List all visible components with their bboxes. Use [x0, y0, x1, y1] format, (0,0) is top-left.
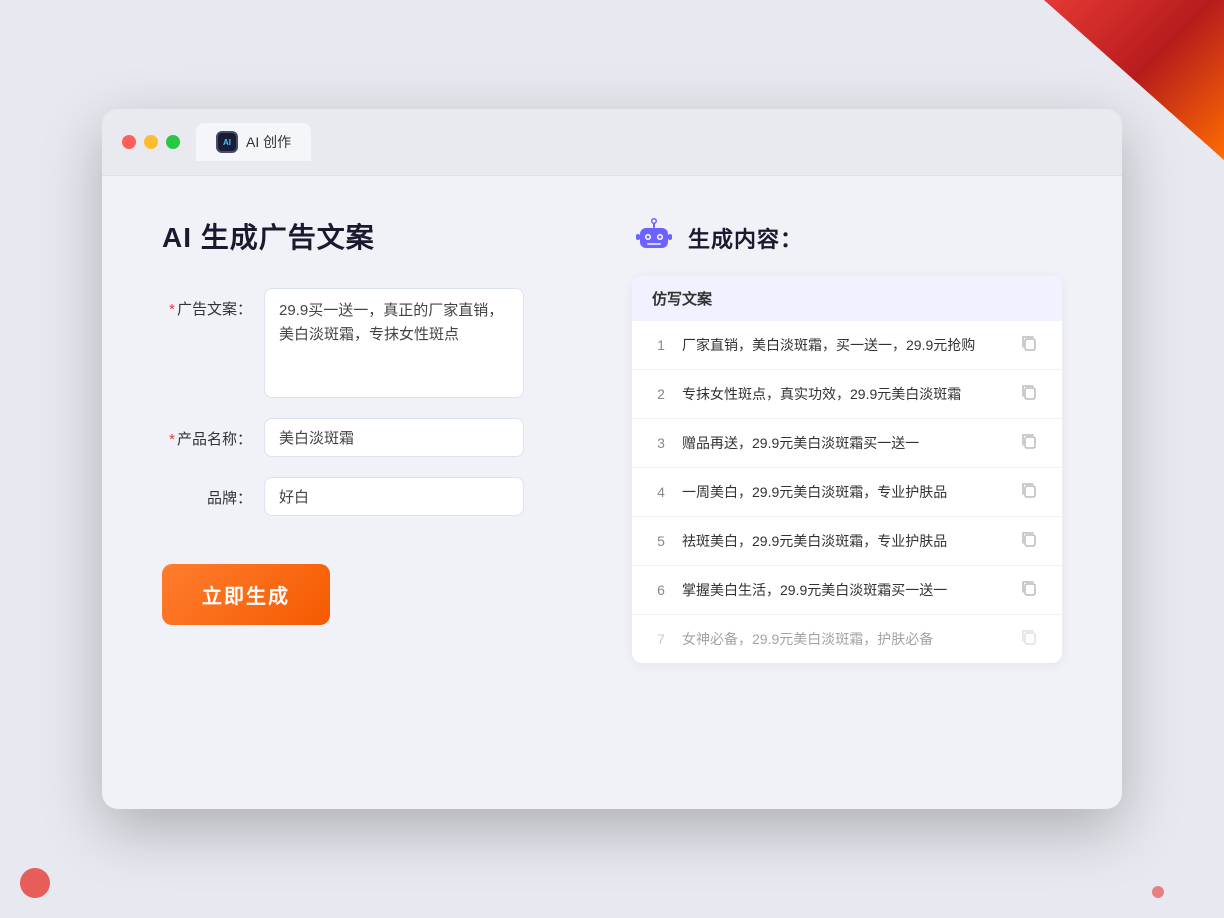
- copy-icon[interactable]: [1020, 530, 1042, 552]
- copy-icon[interactable]: [1020, 579, 1042, 601]
- minimize-button[interactable]: [144, 135, 158, 149]
- ai-tab-icon: [216, 131, 238, 153]
- table-row: 4 一周美白，29.9元美白淡斑霜，专业护肤品: [632, 468, 1062, 517]
- product-name-required-star: *: [169, 431, 175, 448]
- ad-copy-textarea[interactable]: 29.9买一送一，真正的厂家直销，美白淡斑霜，专抹女性斑点: [264, 288, 524, 398]
- row-number: 6: [652, 582, 670, 598]
- right-panel: 生成内容： 仿写文案 1 厂家直销，美白淡斑霜，买一送一，29.9元抢购 2 专…: [632, 216, 1062, 663]
- product-name-row: *产品名称：: [162, 418, 592, 457]
- copy-icon[interactable]: [1020, 334, 1042, 356]
- row-number: 2: [652, 386, 670, 402]
- main-content: AI 生成广告文案 *广告文案： 29.9买一送一，真正的厂家直销，美白淡斑霜，…: [102, 176, 1122, 703]
- row-number: 5: [652, 533, 670, 549]
- result-table: 仿写文案 1 厂家直销，美白淡斑霜，买一送一，29.9元抢购 2 专抹女性斑点，…: [632, 276, 1062, 663]
- maximize-button[interactable]: [166, 135, 180, 149]
- copy-icon[interactable]: [1020, 628, 1042, 650]
- table-row: 1 厂家直销，美白淡斑霜，买一送一，29.9元抢购: [632, 321, 1062, 370]
- table-row: 5 祛斑美白，29.9元美白淡斑霜，专业护肤品: [632, 517, 1062, 566]
- ad-copy-row: *广告文案： 29.9买一送一，真正的厂家直销，美白淡斑霜，专抹女性斑点: [162, 288, 592, 398]
- copy-icon[interactable]: [1020, 432, 1042, 454]
- page-title: AI 生成广告文案: [162, 216, 592, 256]
- table-row: 2 专抹女性斑点，真实功效，29.9元美白淡斑霜: [632, 370, 1062, 419]
- ad-copy-required-star: *: [169, 301, 175, 318]
- row-text: 祛斑美白，29.9元美白淡斑霜，专业护肤品: [682, 531, 1008, 552]
- result-header: 生成内容：: [632, 216, 1062, 260]
- row-text: 赠品再送，29.9元美白淡斑霜买一送一: [682, 433, 1008, 454]
- row-text: 厂家直销，美白淡斑霜，买一送一，29.9元抢购: [682, 335, 1008, 356]
- row-number: 4: [652, 484, 670, 500]
- brand-row: 品牌：: [162, 477, 592, 516]
- copy-icon[interactable]: [1020, 383, 1042, 405]
- row-number: 1: [652, 337, 670, 353]
- row-number: 3: [652, 435, 670, 451]
- result-title: 生成内容：: [688, 222, 803, 254]
- brand-label: 品牌：: [162, 477, 252, 508]
- table-header: 仿写文案: [632, 276, 1062, 321]
- tab-label: AI 创作: [246, 132, 291, 152]
- bg-decoration-bottom-right: [1152, 886, 1164, 898]
- robot-icon: [632, 216, 676, 260]
- row-number: 7: [652, 631, 670, 647]
- table-row: 3 赠品再送，29.9元美白淡斑霜买一送一: [632, 419, 1062, 468]
- row-text: 一周美白，29.9元美白淡斑霜，专业护肤品: [682, 482, 1008, 503]
- product-name-label: *产品名称：: [162, 418, 252, 449]
- bg-decoration-bottom-left: [20, 868, 50, 898]
- brand-input[interactable]: [264, 477, 524, 516]
- window-controls: [122, 135, 180, 149]
- title-bar: AI 创作: [102, 109, 1122, 176]
- close-button[interactable]: [122, 135, 136, 149]
- product-name-input[interactable]: [264, 418, 524, 457]
- ad-copy-label: *广告文案：: [162, 288, 252, 319]
- row-text: 掌握美白生活，29.9元美白淡斑霜买一送一: [682, 580, 1008, 601]
- browser-window: AI 创作 AI 生成广告文案 *广告文案： 29.9买一送一，真正的厂家直销，…: [102, 109, 1122, 809]
- table-row: 7 女神必备，29.9元美白淡斑霜，护肤必备: [632, 615, 1062, 663]
- row-text: 专抹女性斑点，真实功效，29.9元美白淡斑霜: [682, 384, 1008, 405]
- generate-button[interactable]: 立即生成: [162, 564, 330, 625]
- ai-tab[interactable]: AI 创作: [196, 123, 311, 161]
- left-panel: AI 生成广告文案 *广告文案： 29.9买一送一，真正的厂家直销，美白淡斑霜，…: [162, 216, 592, 663]
- table-row: 6 掌握美白生活，29.9元美白淡斑霜买一送一: [632, 566, 1062, 615]
- row-text: 女神必备，29.9元美白淡斑霜，护肤必备: [682, 629, 1008, 650]
- copy-icon[interactable]: [1020, 481, 1042, 503]
